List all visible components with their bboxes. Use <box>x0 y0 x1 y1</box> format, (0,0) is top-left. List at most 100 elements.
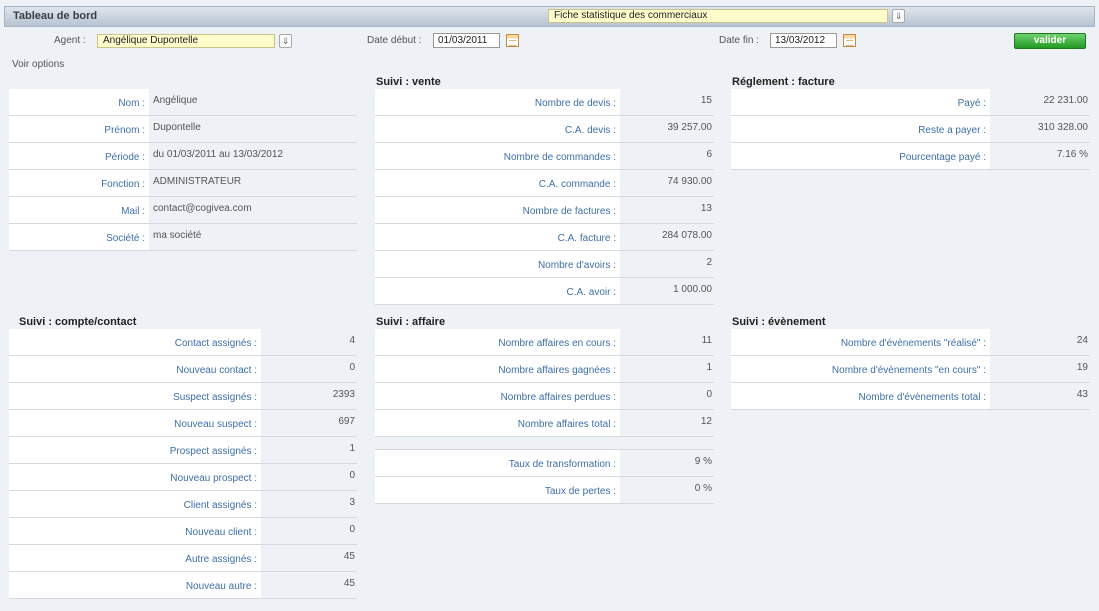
stat-label: Nouveau contact : <box>9 356 261 382</box>
suivi-evenement-title: Suivi : évènement <box>732 316 826 328</box>
stat-row: Société : ma société <box>9 224 357 251</box>
stat-label: C.A. commande : <box>375 170 620 196</box>
stat-value: du 01/03/2011 au 13/03/2012 <box>149 143 357 169</box>
suivi-affaire-table: Nombre affaires en cours :11 Nombre affai… <box>375 329 714 504</box>
stat-label: Nouveau prospect : <box>9 464 261 490</box>
stat-row: C.A. devis :39 257.00 <box>375 116 714 143</box>
stat-row: Mail : contact@cogivea.com <box>9 197 357 224</box>
stat-value: 24 <box>990 329 1090 355</box>
stat-row: Fonction : ADMINISTRATEUR <box>9 170 357 197</box>
stat-row: C.A. avoir :1 000.00 <box>375 278 714 305</box>
agent-select[interactable]: Angélique Dupontelle <box>97 34 275 48</box>
stat-value: 3 <box>261 491 357 517</box>
stat-row: Nombre de factures :13 <box>375 197 714 224</box>
calendar-icon[interactable] <box>843 34 856 47</box>
date-debut-label: Date début : <box>367 35 422 46</box>
stat-value: 13 <box>620 197 714 223</box>
stat-row: Nombre affaires en cours :11 <box>375 329 714 356</box>
stat-row: Nombre affaires total :12 <box>375 410 714 437</box>
stat-value: ADMINISTRATEUR <box>149 170 357 196</box>
stat-row: Taux de pertes :0 % <box>375 477 714 504</box>
arrow-down-icon: ⇓ <box>894 11 903 21</box>
stat-row: Nouveau contact :0 <box>9 356 357 383</box>
stat-label: Période : <box>9 143 149 169</box>
stat-label: Mail : <box>9 197 149 223</box>
stat-label: Prospect assignés : <box>9 437 261 463</box>
stat-value: ma société <box>149 224 357 250</box>
stat-value: 697 <box>261 410 357 436</box>
stat-label: Nombre d'évènements total : <box>731 383 990 409</box>
stat-value: Angélique <box>149 89 357 115</box>
stat-row: Nombre affaires gagnées :1 <box>375 356 714 383</box>
spacer <box>375 437 714 450</box>
date-fin-label: Date fin : <box>719 35 760 46</box>
stat-value: 0 <box>261 464 357 490</box>
page-title: Tableau de bord <box>13 10 98 22</box>
stat-label: Reste a payer : <box>731 116 990 142</box>
stat-row: Nouveau client :0 <box>9 518 357 545</box>
suivi-compte-contact-title: Suivi : compte/contact <box>19 316 137 328</box>
stat-value: 45 <box>261 545 357 571</box>
stat-value: 4 <box>261 329 357 355</box>
stat-label: Nombre affaires total : <box>375 410 620 436</box>
stat-row: Nombre affaires perdues :0 <box>375 383 714 410</box>
stat-row: Nombre de commandes :6 <box>375 143 714 170</box>
stat-row: Nombre d'évènements "en cours" :19 <box>731 356 1090 383</box>
stat-label: Taux de transformation : <box>375 450 620 476</box>
report-dropdown-button[interactable]: ⇓ <box>892 9 905 23</box>
stat-value: 0 % <box>620 477 714 503</box>
report-select[interactable]: Fiche statistique des commerciaux <box>548 9 888 23</box>
valider-button[interactable]: valider <box>1014 33 1086 49</box>
stat-label: Nombre affaires perdues : <box>375 383 620 409</box>
stat-row: Payé :22 231.00 <box>731 89 1090 116</box>
stat-row: C.A. commande :74 930.00 <box>375 170 714 197</box>
stat-value: 7.16 % <box>990 143 1090 169</box>
stat-label: Nombre de factures : <box>375 197 620 223</box>
stat-value: 1 000.00 <box>620 278 714 304</box>
reglement-facture-table: Payé :22 231.00 Reste a payer :310 328.00… <box>731 89 1090 170</box>
stat-label: Nombre affaires gagnées : <box>375 356 620 382</box>
stat-value: contact@cogivea.com <box>149 197 357 223</box>
date-debut-input[interactable]: 01/03/2011 <box>433 33 500 48</box>
stat-row: Reste a payer :310 328.00 <box>731 116 1090 143</box>
stat-label: Client assignés : <box>9 491 261 517</box>
suivi-affaire-title: Suivi : affaire <box>376 316 446 328</box>
stat-row: Suspect assignés :2393 <box>9 383 357 410</box>
reglement-facture-title: Réglement : facture <box>732 76 835 88</box>
stat-value: 11 <box>620 329 714 355</box>
stat-value: 39 257.00 <box>620 116 714 142</box>
stat-value: 74 930.00 <box>620 170 714 196</box>
stat-row: Taux de transformation :9 % <box>375 450 714 477</box>
stat-value: 284 078.00 <box>620 224 714 250</box>
stat-label: Taux de pertes : <box>375 477 620 503</box>
stat-label: C.A. avoir : <box>375 278 620 304</box>
stat-value: 1 <box>620 356 714 382</box>
stat-value: 22 231.00 <box>990 89 1090 115</box>
stat-label: Société : <box>9 224 149 250</box>
stat-value: 0 <box>620 383 714 409</box>
stat-value: Dupontelle <box>149 116 357 142</box>
stat-row: Nombre d'avoirs :2 <box>375 251 714 278</box>
stat-row: Nombre de devis :15 <box>375 89 714 116</box>
stat-value: 45 <box>261 572 357 598</box>
stat-row: Prénom : Dupontelle <box>9 116 357 143</box>
stat-row: Contact assignés :4 <box>9 329 357 356</box>
stat-label: Nom : <box>9 89 149 115</box>
stat-row: Autre assignés :45 <box>9 545 357 572</box>
agent-dropdown-button[interactable]: ⇓ <box>279 34 292 48</box>
stat-label: Pourcentage payé : <box>731 143 990 169</box>
stat-label: C.A. devis : <box>375 116 620 142</box>
voir-options-link[interactable]: Voir options <box>12 59 64 70</box>
stat-value: 0 <box>261 518 357 544</box>
stat-label: Nouveau autre : <box>9 572 261 598</box>
suivi-compte-contact-table: Contact assignés :4 Nouveau contact :0 Sus… <box>9 329 357 599</box>
date-fin-input[interactable]: 13/03/2012 <box>770 33 837 48</box>
stat-value: 12 <box>620 410 714 436</box>
stat-label: Nombre de devis : <box>375 89 620 115</box>
calendar-icon[interactable] <box>506 34 519 47</box>
suivi-evenement-table: Nombre d'évènements "réalisé" :24 Nombre … <box>731 329 1090 410</box>
stat-label: Nouveau suspect : <box>9 410 261 436</box>
stat-row: Pourcentage payé :7.16 % <box>731 143 1090 170</box>
stat-row: Nombre d'évènements "réalisé" :24 <box>731 329 1090 356</box>
stat-row: Période : du 01/03/2011 au 13/03/2012 <box>9 143 357 170</box>
